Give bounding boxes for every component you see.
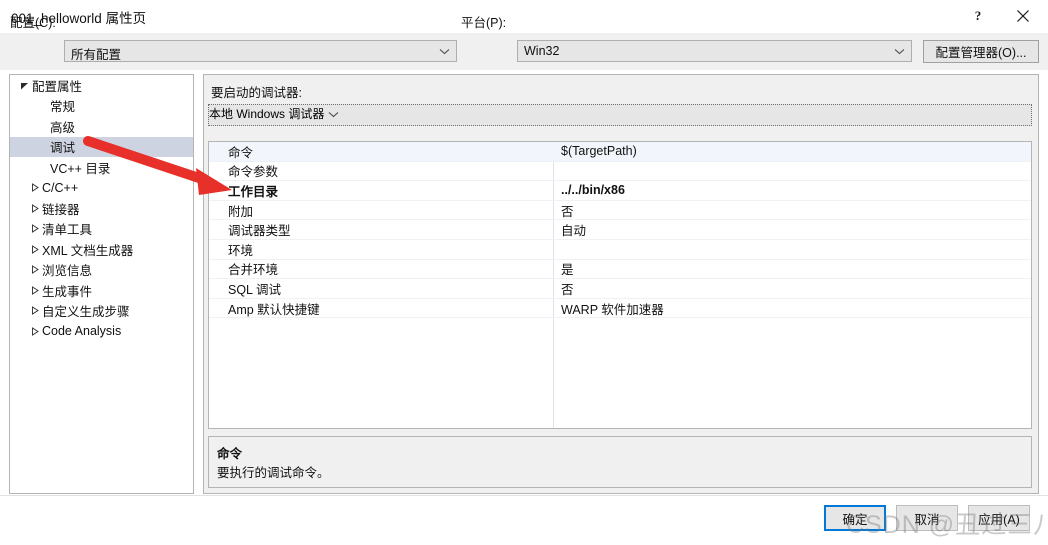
property-value[interactable]: $(TargetPath) — [561, 144, 637, 158]
property-value[interactable]: 自动 — [561, 220, 586, 239]
expander-collapsed-icon — [26, 183, 42, 193]
property-tree-panel[interactable]: 配置属性常规高级调试 VC++ 目录 C/C++ 链接器清单工具 XML 文档生成器 浏览… — [9, 74, 194, 494]
property-name: 命令 — [228, 145, 254, 160]
question-mark-icon: ? — [975, 9, 982, 23]
tree-item-2[interactable]: 高级 — [10, 116, 193, 137]
platform-select[interactable]: Win32 — [517, 40, 912, 62]
property-row[interactable]: SQL 调试 否 — [209, 279, 1031, 299]
tree-item-10[interactable]: 生成事件 — [10, 280, 193, 301]
tree-item-label: 调试 — [50, 141, 76, 156]
property-name: 命令参数 — [228, 165, 279, 180]
property-value[interactable]: 否 — [561, 201, 574, 220]
footer-divider — [0, 495, 1048, 496]
property-row[interactable]: 命令参数 — [209, 162, 1031, 182]
property-description-pane: 命令 要执行的调试命令。 — [208, 436, 1032, 488]
property-value[interactable]: 是 — [561, 259, 574, 278]
debugger-select[interactable]: 本地 Windows 调试器 — [208, 104, 1032, 126]
tree-item-label: 高级 — [50, 120, 76, 135]
tree-item-6[interactable]: 链接器 — [10, 198, 193, 219]
property-row[interactable]: 命令 $(TargetPath) — [209, 142, 1031, 162]
configuration-label: 配置(C): — [10, 16, 56, 30]
chevron-down-icon — [890, 41, 908, 61]
tree-item-5[interactable]: C/C++ — [10, 178, 193, 199]
tree-item-label: Code Analysis — [42, 324, 122, 339]
property-name: 调试器类型 — [228, 224, 291, 239]
property-name: 环境 — [228, 243, 254, 258]
tree-item-label: 链接器 — [42, 202, 80, 217]
property-name: SQL 调试 — [228, 282, 282, 297]
property-value[interactable]: ../../bin/x86 — [561, 183, 625, 197]
chevron-down-icon — [435, 41, 453, 61]
configuration-select[interactable]: 所有配置 — [64, 40, 457, 62]
cancel-button[interactable]: 取消 — [896, 505, 958, 531]
tree-item-label: 浏览信息 — [42, 264, 93, 279]
expander-collapsed-icon — [26, 224, 42, 234]
ok-button[interactable]: 确定 — [824, 505, 886, 531]
tree-item-label: C/C++ — [42, 180, 79, 195]
configuration-select-value: 所有配置 — [71, 48, 122, 62]
expander-collapsed-icon — [26, 306, 42, 316]
apply-button[interactable]: 应用(A) — [968, 505, 1030, 531]
tree-item-0[interactable]: 配置属性 — [10, 75, 193, 96]
property-row[interactable]: 环境 — [209, 240, 1031, 260]
expander-collapsed-icon — [26, 285, 42, 295]
property-row[interactable]: Amp 默认快捷键 WARP 软件加速器 — [209, 299, 1031, 319]
close-icon — [1017, 9, 1029, 22]
property-name: 合并环境 — [228, 263, 279, 278]
property-value[interactable]: WARP 软件加速器 — [561, 299, 664, 318]
tree-item-label: 配置属性 — [32, 79, 83, 94]
debugger-to-launch-label: 要启动的调试器: — [211, 86, 302, 100]
property-row[interactable]: 工作目录 ../../bin/x86 — [209, 181, 1031, 201]
tree-item-label: 生成事件 — [42, 284, 93, 299]
tree-item-4[interactable]: VC++ 目录 — [10, 157, 193, 178]
tree-item-label: XML 文档生成器 — [42, 243, 134, 258]
tree-item-label: 自定义生成步骤 — [42, 305, 130, 320]
tree-item-11[interactable]: 自定义生成步骤 — [10, 301, 193, 322]
debugger-select-value: 本地 Windows 调试器 — [209, 107, 325, 121]
property-value[interactable]: 否 — [561, 279, 574, 298]
expander-collapsed-icon — [26, 203, 42, 213]
expander-expanded-icon — [16, 81, 32, 90]
property-name: Amp 默认快捷键 — [228, 302, 320, 317]
close-button[interactable] — [1000, 0, 1046, 31]
tree-item-9[interactable]: 浏览信息 — [10, 260, 193, 281]
expander-collapsed-icon — [26, 244, 42, 254]
property-name: 工作目录 — [228, 184, 279, 199]
title-bar: 001_helloworld 属性页 ? — [0, 0, 1048, 34]
tree-item-3[interactable]: 调试 — [10, 136, 193, 157]
expander-collapsed-icon — [26, 265, 42, 275]
platform-label: 平台(P): — [461, 16, 507, 30]
tree-item-12[interactable]: Code Analysis — [10, 321, 193, 342]
tree-item-label: 常规 — [50, 100, 76, 115]
property-row[interactable]: 合并环境 是 — [209, 260, 1031, 280]
tree-item-7[interactable]: 清单工具 — [10, 219, 193, 240]
configuration-manager-button[interactable]: 配置管理器(O)... — [923, 40, 1039, 63]
property-row[interactable]: 调试器类型 自动 — [209, 220, 1031, 240]
tree-item-label: VC++ 目录 — [50, 161, 111, 176]
help-button[interactable]: ? — [955, 0, 1001, 31]
property-name: 附加 — [228, 204, 254, 219]
platform-select-value: Win32 — [524, 44, 560, 58]
tree-item-8[interactable]: XML 文档生成器 — [10, 239, 193, 260]
tree-item-label: 清单工具 — [42, 223, 93, 238]
expander-collapsed-icon — [26, 326, 42, 336]
property-content-panel: 要启动的调试器: 本地 Windows 调试器 命令 $(TargetPath) 命… — [203, 74, 1039, 494]
tree-item-1[interactable]: 常规 — [10, 96, 193, 117]
description-body: 要执行的调试命令。 — [217, 466, 330, 480]
chevron-down-icon — [328, 107, 339, 121]
property-row[interactable]: 附加 否 — [209, 201, 1031, 221]
description-title: 命令 — [217, 447, 243, 461]
property-grid[interactable]: 命令 $(TargetPath) 命令参数 工作目录 ../../bin/x86 附加否调… — [208, 141, 1032, 429]
svg-text:?: ? — [975, 9, 982, 23]
